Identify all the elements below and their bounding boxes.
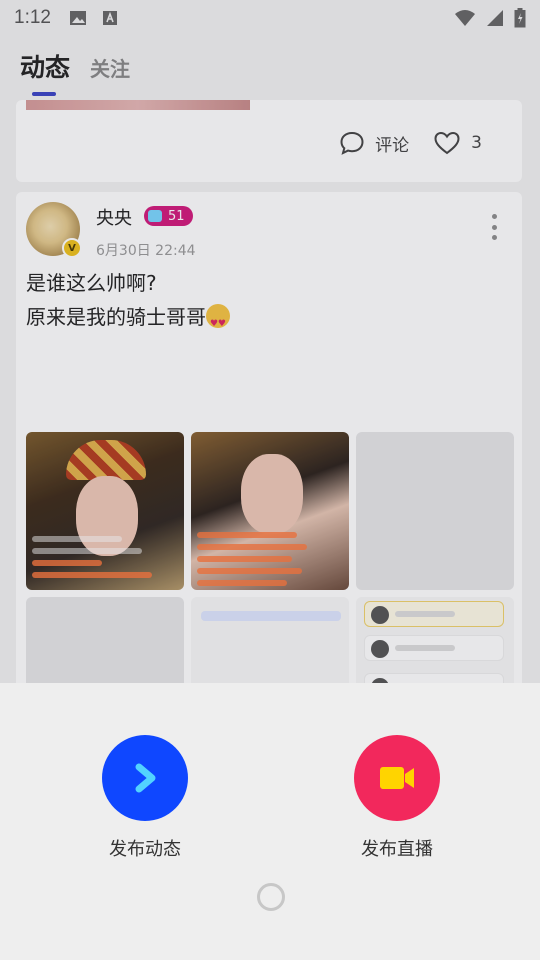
go-live-label: 发布直播 <box>361 839 433 860</box>
publish-sheet: 发布动态 发布直播 <box>0 683 540 960</box>
dim-overlay[interactable] <box>0 0 540 683</box>
publish-moment-circle[interactable] <box>102 735 188 821</box>
go-live-button[interactable]: 发布直播 <box>327 735 467 861</box>
close-button[interactable] <box>257 883 285 911</box>
chevron-right-icon <box>135 763 156 793</box>
publish-moment-label: 发布动态 <box>109 839 181 860</box>
go-live-circle[interactable] <box>354 735 440 821</box>
publish-moment-button[interactable]: 发布动态 <box>75 735 215 861</box>
video-camera-icon <box>380 767 414 789</box>
